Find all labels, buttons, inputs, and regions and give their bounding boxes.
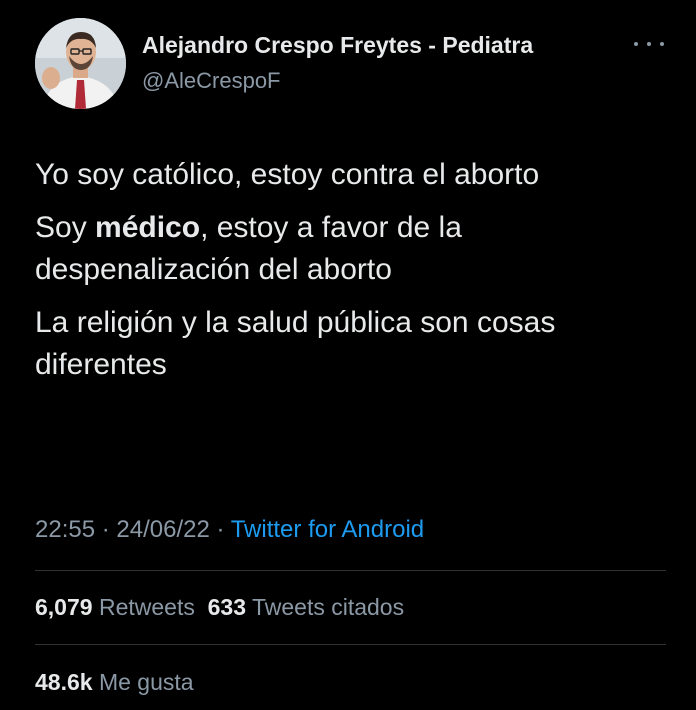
tweet-source-link[interactable]: Twitter for Android	[231, 516, 424, 543]
quote-tweets-stat[interactable]: 633 Tweets citados	[208, 594, 405, 620]
divider	[35, 644, 666, 645]
tweet-paragraph-2: Soy médico, estoy a favor de la despenal…	[35, 207, 655, 291]
tweet-card: Alejandro Crespo Freytes - Pediatra @Ale…	[0, 0, 696, 710]
likes-label: Me gusta	[98, 669, 194, 695]
tweet-paragraph-3: La religión y la salud pública son cosas…	[35, 306, 556, 381]
avatar[interactable]	[35, 18, 126, 109]
profile-photo-icon	[35, 18, 126, 109]
tweet-bold-word: médico	[95, 211, 201, 244]
dot	[660, 42, 664, 46]
author-handle[interactable]: @AleCrespoF	[142, 68, 281, 94]
retweet-stats-row: 6,079 Retweets 633 Tweets citados	[35, 594, 404, 621]
dot	[634, 42, 638, 46]
retweets-label: Retweets	[98, 594, 195, 620]
author-display-name[interactable]: Alejandro Crespo Freytes - Pediatra	[142, 32, 533, 59]
quote-tweets-count: 633	[207, 594, 246, 620]
likes-stat[interactable]: 48.6k Me gusta	[35, 669, 194, 695]
meta-separator: ·	[95, 516, 117, 543]
tweet-paragraph-1: Yo soy católico, estoy contra el aborto	[35, 158, 540, 191]
quote-tweets-label: Tweets citados	[251, 594, 405, 620]
tweet-meta: 22:55 · 24/06/22 · Twitter for Android	[35, 516, 424, 544]
tweet-text-span: Soy	[35, 211, 96, 244]
more-options-icon[interactable]	[634, 36, 664, 52]
tweet-text: Yo soy católico, estoy contra el aborto …	[35, 154, 655, 397]
retweets-count: 6,079	[35, 594, 93, 620]
meta-separator: ·	[209, 516, 231, 543]
likes-stats-row: 48.6k Me gusta	[35, 669, 194, 696]
tweet-time[interactable]: 22:55	[35, 516, 95, 543]
dot	[647, 42, 651, 46]
tweet-date[interactable]: 24/06/22	[116, 516, 209, 543]
divider	[35, 570, 666, 571]
likes-count: 48.6k	[35, 669, 93, 695]
retweets-stat[interactable]: 6,079 Retweets	[35, 594, 195, 620]
